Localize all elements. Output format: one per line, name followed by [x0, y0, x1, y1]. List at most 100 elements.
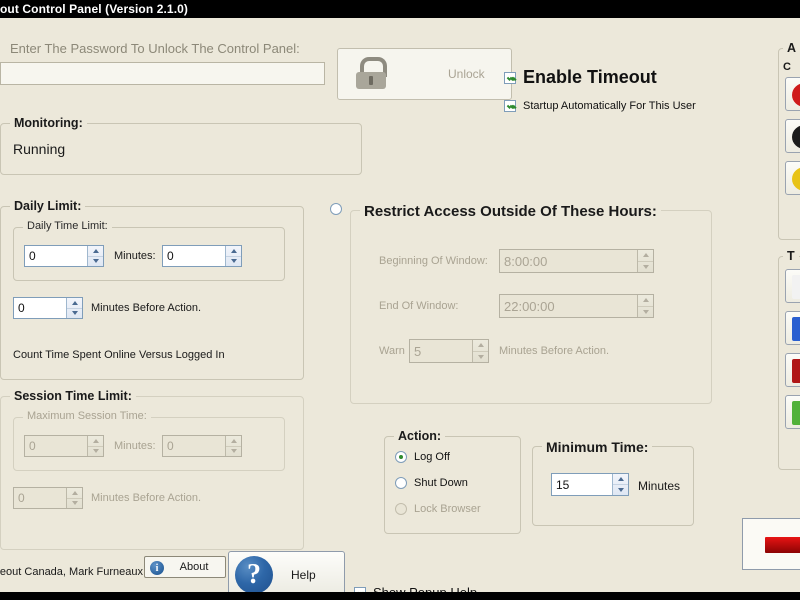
count-online-label: Count Time Spent Online Versus Logged In [13, 349, 225, 361]
yellow-circle-icon [792, 167, 800, 191]
beginning-of-window-spinner [637, 250, 653, 272]
session-time-limit-group: Session Time Limit: Maximum Session Time… [0, 389, 304, 550]
end-of-window-value: 22:00:00 [504, 298, 555, 314]
end-of-window-spinner [637, 295, 653, 317]
minimum-time-input[interactable]: 15 [551, 473, 629, 496]
beginning-of-window-input: 8:00:00 [499, 249, 654, 273]
minimum-time-group: Minimum Time: 15 Minutes [532, 439, 694, 526]
radio-dot [395, 503, 407, 515]
daily-hours-spinner[interactable] [87, 246, 103, 266]
action-group: Action: Log Off Shut Down Lock Browser [384, 429, 521, 534]
daily-time-limit-label: Daily Time Limit: [23, 220, 112, 232]
sidebar-status-panel[interactable] [742, 518, 800, 570]
session-minutes-spinner [225, 436, 241, 456]
action-radio-lock-browser: Lock Browser [395, 503, 481, 515]
enable-timeout-label: Enable Timeout [523, 67, 657, 87]
sidebar-button-red-arrow[interactable] [785, 353, 800, 387]
minimum-time-spinner[interactable] [612, 474, 628, 495]
action-label-lock-browser: Lock Browser [414, 503, 481, 515]
sidebar-actions-sublabel: C [783, 61, 791, 73]
unlock-button-label: Unlock [448, 67, 485, 81]
monitoring-status-group: Monitoring: Running [0, 116, 362, 175]
restrict-warn-value: 5 [414, 343, 422, 359]
daily-hours-input[interactable]: 0 [24, 245, 104, 267]
restrict-access-radio[interactable] [330, 203, 342, 215]
green-bar-icon [792, 401, 800, 425]
blue-arrow-icon [792, 317, 800, 341]
sidebar-tools-group: T [778, 249, 800, 470]
password-input[interactable] [0, 62, 325, 85]
restrict-warn-label: Warn [379, 345, 405, 357]
session-time-limit-group-label: Session Time Limit: [10, 389, 136, 403]
restrict-warn-spinner [472, 340, 488, 362]
red-gradient-bar [765, 537, 800, 553]
startup-automatically-checkbox[interactable]: Startup Automatically For This User [504, 100, 696, 112]
action-group-label: Action: [394, 429, 446, 443]
checkbox-box [504, 100, 516, 112]
session-hours-value: 0 [29, 439, 36, 453]
unlock-button[interactable]: Unlock [337, 48, 512, 100]
sidebar-button-white[interactable] [785, 269, 800, 303]
end-of-window-input: 22:00:00 [499, 294, 654, 318]
window-title: out Control Panel (Version 2.1.0) [0, 2, 188, 16]
daily-warn-spinner[interactable] [66, 298, 82, 318]
restrict-access-group: Restrict Access Outside Of These Hours: … [350, 203, 712, 404]
daily-minutes-label: Minutes: [114, 250, 156, 262]
action-radio-shut-down[interactable]: Shut Down [395, 477, 468, 489]
session-hours-spinner [87, 436, 103, 456]
session-warn-value: 0 [18, 491, 25, 505]
monitoring-status-value: Running [13, 141, 66, 157]
daily-warn-suffix: Minutes Before Action. [91, 302, 202, 314]
credit-label: Timeout Canada, Mark Furneaux [0, 566, 143, 578]
help-button[interactable]: ? Help [228, 551, 345, 596]
action-radio-log-off[interactable]: Log Off [395, 451, 450, 463]
session-hours-input: 0 [24, 435, 104, 457]
enable-timeout-checkbox[interactable]: Enable Timeout [504, 67, 657, 88]
radio-dot [395, 477, 407, 489]
red-arrow-icon [792, 359, 800, 383]
application-window: out Control Panel (Version 2.1.0) Enter … [0, 0, 800, 600]
restrict-warn-suffix: Minutes Before Action. [499, 345, 610, 357]
daily-warn-value: 0 [18, 301, 25, 315]
session-warn-spinner [66, 488, 82, 508]
red-circle-icon [792, 83, 800, 107]
action-label-shut-down: Shut Down [414, 477, 468, 489]
sidebar-actions-group: A C [778, 41, 800, 240]
daily-limit-group-label: Daily Limit: [10, 199, 86, 213]
sidebar-button-red[interactable] [785, 77, 800, 111]
sidebar-button-black[interactable] [785, 119, 800, 153]
daily-warn-input[interactable]: 0 [13, 297, 83, 319]
daily-minutes-spinner[interactable] [225, 246, 241, 266]
monitoring-status-group-label: Monitoring: [10, 116, 87, 130]
session-minutes-input: 0 [162, 435, 242, 457]
radio-dot [395, 451, 407, 463]
window-client-area: Enter The Password To Unlock The Control… [0, 18, 800, 600]
about-button[interactable]: i About [144, 556, 226, 578]
sidebar-button-blue-arrow[interactable] [785, 311, 800, 345]
window-titlebar: out Control Panel (Version 2.1.0) [0, 0, 800, 18]
beginning-of-window-value: 8:00:00 [504, 253, 548, 269]
question-mark-icon: ? [235, 556, 273, 594]
session-minutes-value: 0 [167, 439, 174, 453]
session-warn-input: 0 [13, 487, 83, 509]
black-circle-icon [792, 125, 800, 149]
radio-dot [330, 203, 342, 215]
sidebar-actions-group-label: A [783, 41, 800, 55]
startup-automatically-label: Startup Automatically For This User [523, 100, 696, 112]
sidebar-button-yellow[interactable] [785, 161, 800, 195]
beginning-of-window-label: Beginning Of Window: [379, 255, 488, 267]
minimum-time-value: 15 [556, 477, 570, 492]
restrict-warn-input: 5 [409, 339, 489, 363]
end-of-window-label: End Of Window: [379, 300, 459, 312]
password-prompt-label: Enter The Password To Unlock The Control… [10, 41, 300, 56]
sidebar-button-green[interactable] [785, 395, 800, 429]
about-button-label: About [179, 561, 209, 573]
info-icon: i [150, 561, 164, 575]
daily-hours-value: 0 [29, 249, 36, 263]
max-session-time-subgroup: Maximum Session Time: 0 Minutes: 0 [13, 410, 285, 471]
daily-minutes-input[interactable]: 0 [162, 245, 242, 267]
help-button-label: Help [291, 568, 316, 582]
daily-minutes-value: 0 [167, 249, 174, 263]
checkbox-box [504, 71, 516, 84]
daily-time-limit-subgroup: Daily Time Limit: 0 Minutes: 0 [13, 220, 285, 281]
